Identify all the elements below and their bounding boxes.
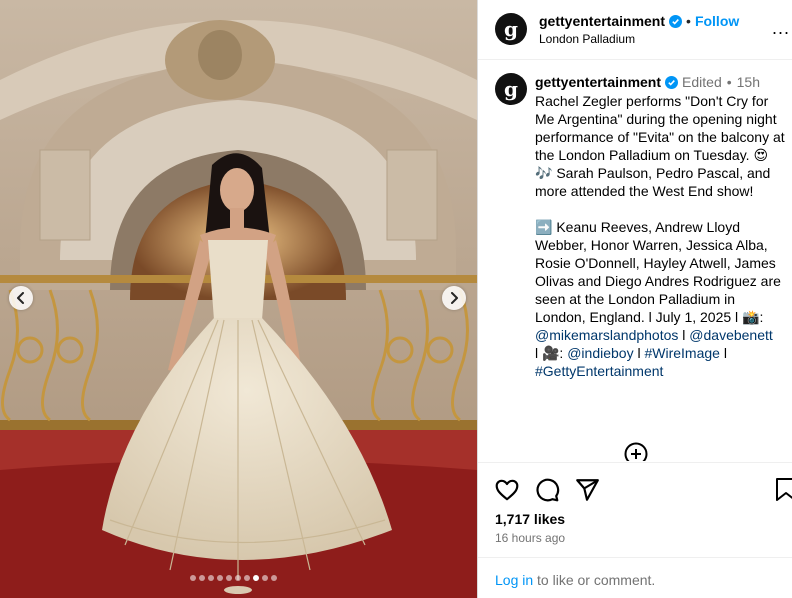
bookmark-icon[interactable] <box>775 477 792 503</box>
next-slide-button[interactable] <box>442 286 466 310</box>
author-line: gettyentertainment • Follow <box>539 13 739 29</box>
carousel-dot <box>244 575 250 581</box>
post-header: g gettyentertainment • Follow London Pal… <box>478 0 792 60</box>
carousel-dot <box>208 575 214 581</box>
carousel-dot <box>271 575 277 581</box>
verified-badge-icon <box>669 14 683 28</box>
likes-count[interactable]: 1,717 likes <box>495 511 565 527</box>
avatar[interactable]: g <box>495 13 527 45</box>
previous-slide-button[interactable] <box>9 286 33 310</box>
header-separator: • <box>686 13 691 29</box>
action-icons <box>494 477 600 503</box>
hashtag-gettyentertainment[interactable]: #GettyEntertainment <box>535 363 663 379</box>
video-credit-prefix: l 🎥: <box>535 345 568 361</box>
caption-people: ➡️ Keanu Reeves, Andrew Lloyd Webber, Ho… <box>535 219 781 325</box>
chevron-left-icon <box>17 292 24 304</box>
edited-label: Edited <box>682 74 722 90</box>
mention-davebenett[interactable]: @davebenett <box>689 327 773 343</box>
more-options-button[interactable]: ... <box>772 18 790 39</box>
login-prompt: Log in to like or comment. <box>478 557 792 598</box>
post-photo[interactable] <box>0 0 477 598</box>
carousel-dot <box>190 575 196 581</box>
caption-text: Rachel Zegler performs "Don't Cry for Me… <box>535 92 787 380</box>
carousel-dot <box>217 575 223 581</box>
photo-image <box>0 0 477 598</box>
post-side-panel: g gettyentertainment • Follow London Pal… <box>477 0 792 598</box>
carousel-dot <box>226 575 232 581</box>
mention-mikemarslandphotos[interactable]: @mikemarslandphotos <box>535 327 678 343</box>
follow-button[interactable]: Follow <box>695 13 739 29</box>
more-icon: ... <box>771 18 790 38</box>
caption-section: g gettyentertainment Edited • 15h Rachel… <box>478 61 792 461</box>
carousel-dot <box>262 575 268 581</box>
carousel-indicator <box>190 575 277 581</box>
caption-author-handle[interactable]: gettyentertainment <box>535 74 661 90</box>
login-rest: to like or comment. <box>533 572 656 588</box>
post-location[interactable]: London Palladium <box>539 32 635 46</box>
caption-main: Rachel Zegler performs "Don't Cry for Me… <box>535 93 785 199</box>
hashtag-wireimage[interactable]: #WireImage <box>644 345 719 361</box>
login-text: Log in to like or comment. <box>495 572 655 588</box>
post-actions: 1,717 likes 16 hours ago Log in to like … <box>478 462 792 598</box>
dot-separator: • <box>726 74 732 90</box>
post-age[interactable]: 15h <box>737 74 760 90</box>
caption-avatar[interactable]: g <box>495 73 527 105</box>
mention-indieboy[interactable]: @indieboy <box>567 345 633 361</box>
credit-separator-3: l <box>719 345 727 361</box>
add-comment-icon[interactable] <box>624 442 648 461</box>
share-icon[interactable] <box>574 477 600 503</box>
carousel-dot <box>199 575 205 581</box>
login-link[interactable]: Log in <box>495 572 533 588</box>
caption-header: gettyentertainment Edited • 15h <box>535 74 760 90</box>
comment-icon[interactable] <box>534 477 560 503</box>
credit-separator-2: l <box>633 345 645 361</box>
heart-icon[interactable] <box>494 477 520 503</box>
post-timestamp[interactable]: 16 hours ago <box>495 531 565 545</box>
verified-badge-icon <box>665 75 679 89</box>
author-handle[interactable]: gettyentertainment <box>539 13 665 29</box>
carousel-dot <box>235 575 241 581</box>
credit-separator: l <box>678 327 690 343</box>
carousel-dot <box>253 575 259 581</box>
chevron-right-icon <box>451 292 458 304</box>
